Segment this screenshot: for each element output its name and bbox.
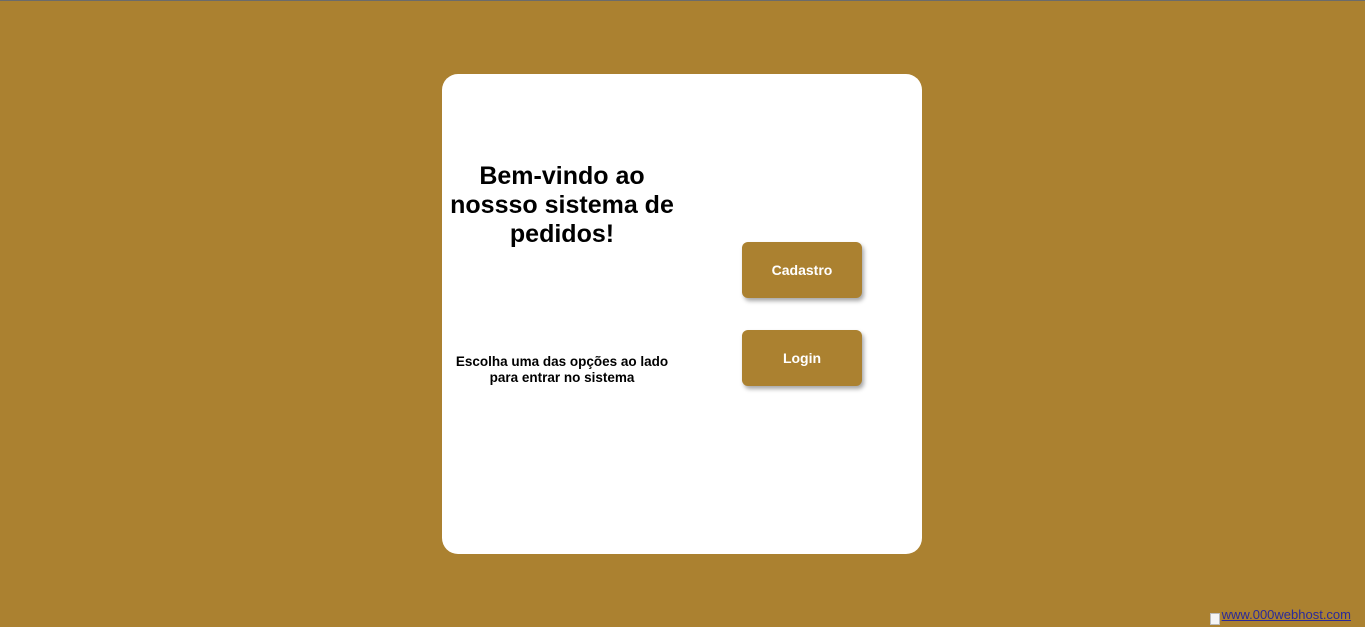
login-button[interactable]: Login [742, 330, 862, 386]
cadastro-button[interactable]: Cadastro [742, 242, 862, 298]
welcome-card: Bem-vindo ao nossso sistema de pedidos! … [442, 74, 922, 554]
webhost-link-text: www.000webhost.com [1221, 607, 1351, 622]
webhost-link[interactable]: www.000webhost.com [1209, 607, 1351, 625]
welcome-title: Bem-vindo ao nossso sistema de pedidos! [450, 162, 674, 248]
instruction-text: Escolha uma das opções ao lado para entr… [455, 354, 669, 385]
broken-image-icon [1209, 613, 1220, 625]
